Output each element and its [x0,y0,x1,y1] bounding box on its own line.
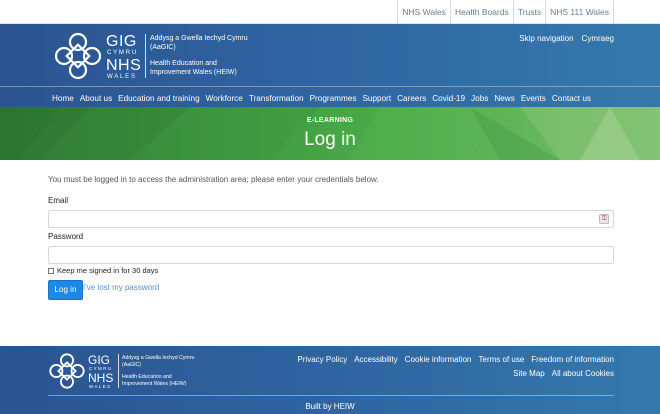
header-links: Skip navigation Cymraeg [519,34,614,43]
nav-item-about-us[interactable]: About us [80,94,112,103]
nhs-wales-emblem-icon [54,32,102,80]
login-notice: You must be logged in to access the admi… [48,175,379,184]
utility-link-nhs-wales[interactable]: NHS Wales [402,7,446,17]
footer-logo[interactable]: GIG CYMRU NHS WALES Addysg a Gwella Iech… [48,352,198,390]
nav-item-events[interactable]: Events [521,94,546,103]
email-field[interactable] [48,210,614,228]
footer-logo-wales: WALES [89,384,112,389]
utility-links: NHS Wales Health Boards Trusts NHS 111 W… [397,0,614,24]
email-label: Email [48,196,69,205]
nav-item-news[interactable]: News [494,94,514,103]
password-field[interactable] [48,246,614,264]
logo-cymru: CYMRU [107,50,138,56]
footer-link-privacy-policy[interactable]: Privacy Policy [297,355,347,364]
logo-gig: GIG [106,33,137,50]
main-nav-list: Home About us Education and training Wor… [52,87,597,107]
footer-link-accessibility[interactable]: Accessibility [354,355,398,364]
nav-item-education-and-training[interactable]: Education and training [118,94,199,103]
footer-logo-nhs: NHS [88,371,114,385]
footer-links: Privacy Policy Accessibility Cookie inform… [254,352,614,380]
nav-item-support[interactable]: Support [362,94,391,103]
footer-link-terms-of-use[interactable]: Terms of use [479,355,525,364]
footer-logo-welsh-name: Addysg a Gwella Iechyd Cymru (AaGIC) [122,355,195,368]
logo-welsh-name: Addysg a Gwella Iechyd Cymru (AaGIC) [150,35,248,51]
site-footer: GIG CYMRU NHS WALES Addysg a Gwella Iech… [0,346,660,414]
nav-item-covid-19[interactable]: Covid-19 [432,94,465,103]
page-title: Log in [304,129,356,150]
footer-nhs-wales-emblem-icon [49,353,85,389]
site-logo[interactable]: GIG CYMRU NHS WALES Addysg a Gwella Iech… [53,31,248,81]
remember-me-checkbox[interactable] [48,267,54,274]
built-by-credit: Built by HEIW [305,402,355,411]
logo-wales: WALES [107,74,137,80]
logo-nhs: NHS [106,57,142,74]
nav-item-transformation[interactable]: Transformation [249,94,304,103]
language-toggle-link[interactable]: Cymraeg [582,34,614,43]
logo-english-name: Health Education and Improvement Wales (… [150,60,237,76]
remember-me-label[interactable]: Keep me signed in for 30 days [57,266,158,275]
utility-link-health-boards[interactable]: Health Boards [455,7,509,17]
footer-link-site-map[interactable]: Site Map [513,369,545,378]
footer-link-cookie-information[interactable]: Cookie information [405,355,472,364]
utility-bar: NHS Wales Health Boards Trusts NHS 111 W… [0,0,660,24]
footer-logo-english-name: Health Education and Improvement Wales (… [122,374,187,387]
nav-item-jobs[interactable]: Jobs [471,94,488,103]
footer-logo-divider [118,354,119,388]
nav-item-programmes[interactable]: Programmes [310,94,357,103]
footer-link-freedom-of-information[interactable]: Freedom of information [531,355,614,364]
remember-me-row: Keep me signed in for 30 days [48,266,158,275]
nav-item-careers[interactable]: Careers [397,94,426,103]
skip-navigation-link[interactable]: Skip navigation [519,34,573,43]
lost-password-link[interactable]: I've lost my password [83,283,159,292]
logo-divider [145,34,146,78]
utility-link-trusts[interactable]: Trusts [518,7,541,17]
nav-item-contact-us[interactable]: Contact us [552,94,591,103]
main-navigation: Home About us Education and training Wor… [0,86,660,107]
utility-link-nhs-111[interactable]: NHS 111 Wales [550,7,609,17]
nav-item-workforce[interactable]: Workforce [206,94,243,103]
footer-logo-gig: GIG [88,353,111,367]
hero-kicker: E-LEARNING [306,117,354,124]
footer-link-all-about-cookies[interactable]: All about Cookies [552,369,614,378]
password-label: Password [48,232,84,241]
page-hero-banner: E-LEARNING Log in [0,107,660,160]
nav-item-home[interactable]: Home [52,94,74,103]
footer-divider [48,395,614,396]
password-manager-key-icon[interactable]: ⚿ [599,214,609,224]
login-button[interactable]: Log in [48,280,83,300]
